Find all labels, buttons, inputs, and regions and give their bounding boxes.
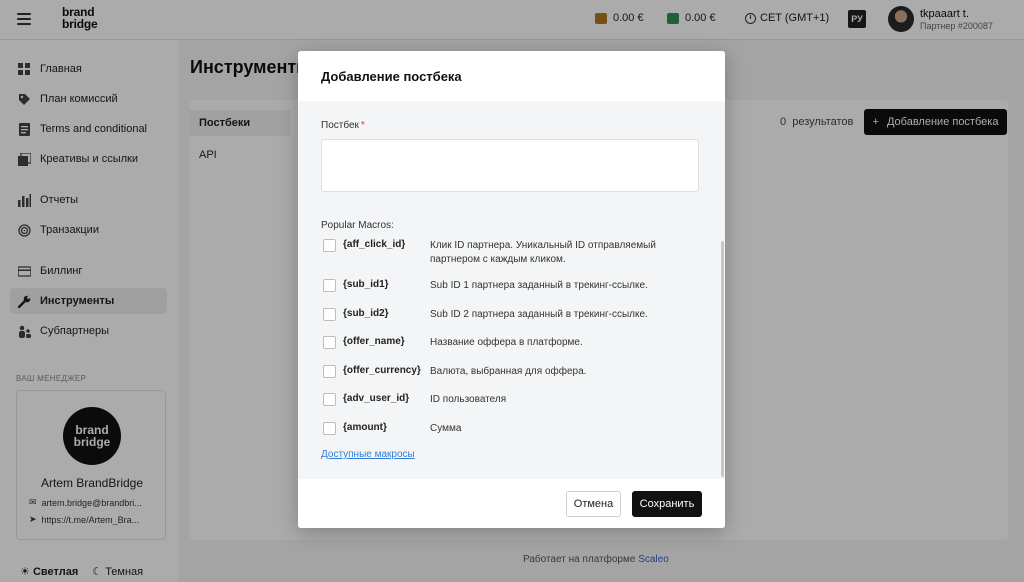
macro-description: Валюта, выбранная для оффера.: [430, 366, 587, 377]
macro-code: {sub_id1}: [343, 279, 389, 290]
macro-checkbox[interactable]: [323, 279, 336, 292]
modal-title: Добавление постбека: [321, 69, 462, 84]
cancel-button[interactable]: Отмена: [566, 491, 621, 517]
save-button[interactable]: Сохранить: [632, 491, 702, 517]
macro-description: Sub ID 1 партнера заданный в трекинг-ссы…: [430, 280, 648, 291]
macros-label: Popular Macros:: [321, 220, 394, 231]
macro-checkbox[interactable]: [323, 365, 336, 378]
macro-code: {offer_name}: [343, 336, 405, 347]
modal-footer: Отмена Сохранить: [298, 479, 725, 528]
macro-code: {amount}: [343, 422, 387, 433]
macro-description: Sub ID 2 партнера заданный в трекинг-ссы…: [430, 309, 648, 320]
required-mark: *: [360, 120, 365, 131]
modal-scrollbar[interactable]: [721, 241, 724, 477]
postback-input[interactable]: [321, 139, 699, 192]
postback-field-label: Постбек *: [321, 120, 365, 131]
macro-description: Клик ID партнера. Уникальный ID отправля…: [430, 240, 656, 265]
macro-description: Название оффера в платформе.: [430, 337, 583, 348]
macro-description: Сумма: [430, 423, 462, 434]
macro-code: {aff_click_id}: [343, 239, 406, 250]
add-postback-modal: Добавление постбека Постбек * Popular Mac…: [298, 51, 725, 528]
macro-checkbox[interactable]: [323, 422, 336, 435]
available-macros-link[interactable]: Доступные макросы: [321, 449, 415, 460]
macro-description: ID пользователя: [430, 394, 507, 405]
macro-checkbox[interactable]: [323, 308, 336, 321]
modal-header: Добавление постбека: [298, 51, 725, 101]
macro-checkbox[interactable]: [323, 336, 336, 349]
macro-code: {offer_currency}: [343, 365, 421, 376]
macro-checkbox[interactable]: [323, 393, 336, 406]
macro-checkbox[interactable]: [323, 239, 336, 252]
macro-code: {adv_user_id}: [343, 393, 410, 404]
macro-code: {sub_id2}: [343, 308, 389, 319]
